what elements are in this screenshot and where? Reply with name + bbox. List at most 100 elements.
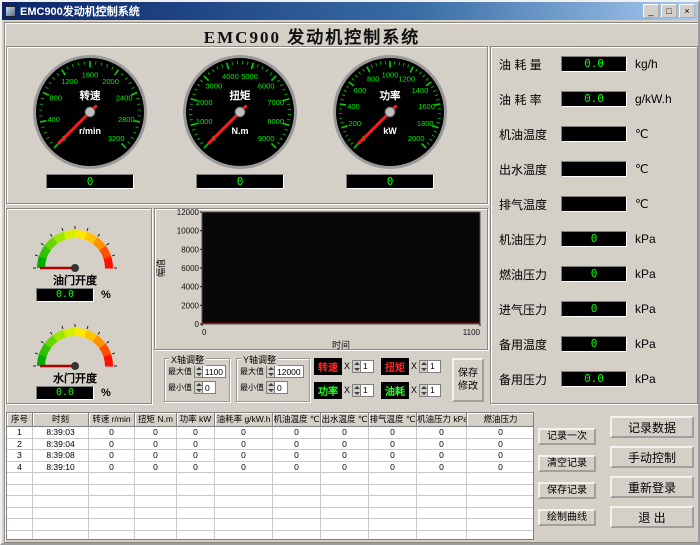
table-row-3[interactable]: 38:39:08000000000 — [7, 450, 533, 462]
y-max-value[interactable]: 12000 — [275, 367, 303, 377]
fuel-scale-spinner[interactable]: 1 — [419, 384, 441, 397]
table-cell: 0 — [215, 462, 273, 474]
oil-temperature-display — [561, 126, 627, 142]
svg-text:1400: 1400 — [412, 86, 429, 95]
table-cell: 8:39:08 — [33, 450, 89, 462]
table-cell: 3 — [7, 450, 33, 462]
record-data-button[interactable]: 记录数据 — [610, 416, 694, 438]
y-min-spinner[interactable]: 0 — [266, 381, 288, 394]
x-min-spinner[interactable]: 0 — [194, 381, 216, 394]
power-series-chip[interactable]: 功率 — [314, 382, 342, 399]
throttle-unit: % — [101, 289, 111, 301]
oil-pressure-unit: kPa — [635, 232, 656, 246]
table-cell: 0 — [177, 450, 215, 462]
table-cell — [321, 496, 369, 508]
record-once-button[interactable]: 记录一次 — [538, 428, 596, 445]
spinner-arrows-icon[interactable] — [195, 366, 203, 377]
y-min-value[interactable]: 0 — [275, 383, 287, 393]
spare-pressure-unit: kPa — [635, 372, 656, 386]
svg-text:1800: 1800 — [417, 119, 434, 128]
power-scale-spinner[interactable]: 1 — [352, 384, 374, 397]
manual-control-button[interactable]: 手动控制 — [610, 446, 694, 468]
speed-series-chip[interactable]: 转速 — [314, 358, 342, 375]
x-max-value[interactable]: 1100 — [203, 367, 225, 377]
column-header: 机油压力 kPa — [417, 413, 467, 427]
svg-text:1200: 1200 — [398, 75, 415, 84]
table-cell — [7, 496, 33, 508]
table-cell: 0 — [321, 462, 369, 474]
torque-scale-spinner-value[interactable]: 1 — [428, 361, 440, 371]
svg-text:扭矩: 扭矩 — [230, 89, 251, 102]
max-value-label: 最大值 — [168, 366, 194, 377]
table-cell — [89, 496, 135, 508]
exhaust-temperature-display — [561, 196, 627, 212]
speed-scale-spinner-value[interactable]: 1 — [361, 361, 373, 371]
spinner-arrows-icon[interactable] — [420, 361, 428, 372]
table-cell — [369, 485, 417, 497]
column-header: 燃油压力 — [467, 413, 534, 427]
minimize-button[interactable]: _ — [643, 4, 659, 18]
torque-series-chip[interactable]: 扭矩 — [381, 358, 409, 375]
table-cell: 0 — [467, 450, 534, 462]
throttle-label: 油门开度 — [2, 272, 148, 288]
speed-scale-spinner[interactable]: 1 — [352, 360, 374, 373]
readout-row-fuel-consumption: 油 耗 量0.0kg/h — [499, 56, 698, 72]
close-button[interactable]: × — [679, 4, 695, 18]
save-changes-button[interactable]: 保存修改 — [452, 358, 484, 402]
spare-pressure-label: 备用压力 — [499, 371, 561, 388]
fuel-scale-spinner-value[interactable]: 1 — [428, 385, 440, 395]
action-buttons-group: 记录数据手动控制重新登录退 出 — [610, 416, 694, 528]
relogin-button[interactable]: 重新登录 — [610, 476, 694, 498]
power-scale-spinner-value[interactable]: 1 — [361, 385, 373, 395]
svg-text:7000: 7000 — [267, 98, 284, 107]
spinner-arrows-icon[interactable] — [267, 382, 275, 393]
table-cell: 0 — [89, 450, 135, 462]
maximize-button[interactable]: □ — [661, 4, 677, 18]
svg-text:2000: 2000 — [196, 98, 213, 107]
table-cell: 0 — [321, 439, 369, 451]
svg-text:200: 200 — [349, 119, 362, 128]
table-cell: 0 — [467, 439, 534, 451]
spinner-arrows-icon[interactable] — [267, 366, 275, 377]
svg-text:幅值: 幅值 — [155, 259, 166, 277]
table-cell — [135, 485, 177, 497]
app-icon — [5, 6, 16, 17]
table-cell: 0 — [417, 450, 467, 462]
table-row-2[interactable]: 28:39:04000000000 — [7, 439, 533, 451]
clear-records-button[interactable]: 清空记录 — [538, 455, 596, 472]
table-cell — [177, 496, 215, 508]
svg-text:1200: 1200 — [61, 77, 78, 86]
fuel-consumption-label: 油 耗 量 — [499, 56, 561, 73]
table-cell — [33, 519, 89, 531]
spinner-arrows-icon[interactable] — [195, 382, 203, 393]
save-records-button[interactable]: 保存记录 — [538, 482, 596, 499]
torque-scale-spinner[interactable]: 1 — [419, 360, 441, 373]
exit-button[interactable]: 退 出 — [610, 506, 694, 528]
x-max-spinner[interactable]: 1100 — [194, 365, 226, 378]
table-cell — [177, 508, 215, 520]
table-cell — [89, 473, 135, 485]
spinner-arrows-icon[interactable] — [353, 385, 361, 396]
table-row-1[interactable]: 18:39:03000000000 — [7, 427, 533, 439]
intake-pressure-label: 进气压力 — [499, 301, 561, 318]
draw-curve-button[interactable]: 绘制曲线 — [538, 509, 596, 526]
max-value-label: 最大值 — [240, 366, 266, 377]
y-max-spinner[interactable]: 12000 — [266, 365, 304, 378]
fuel-rate-label: 油 耗 率 — [499, 91, 561, 108]
x-min-value[interactable]: 0 — [203, 383, 215, 393]
table-cell: 0 — [321, 450, 369, 462]
table-cell — [7, 519, 33, 531]
table-cell: 8:39:04 — [33, 439, 89, 451]
table-cell — [215, 496, 273, 508]
series-toggles: 转速X1扭矩X1功率X1油耗X1 — [314, 354, 448, 402]
titlebar[interactable]: EMC900发动机控制系统 _ □ × — [2, 2, 698, 20]
spinner-arrows-icon[interactable] — [353, 361, 361, 372]
spinner-arrows-icon[interactable] — [420, 385, 428, 396]
table-row-4[interactable]: 48:39:10000000000 — [7, 462, 533, 474]
torque-axis-label: X — [411, 361, 417, 371]
fuel-series-chip[interactable]: 油耗 — [381, 382, 409, 399]
column-header: 功率 kW — [177, 413, 215, 427]
y-axis-group-title: Y轴调整 — [241, 353, 278, 366]
table-cell: 0 — [135, 439, 177, 451]
water-valve-display: 0.0 — [36, 386, 94, 400]
